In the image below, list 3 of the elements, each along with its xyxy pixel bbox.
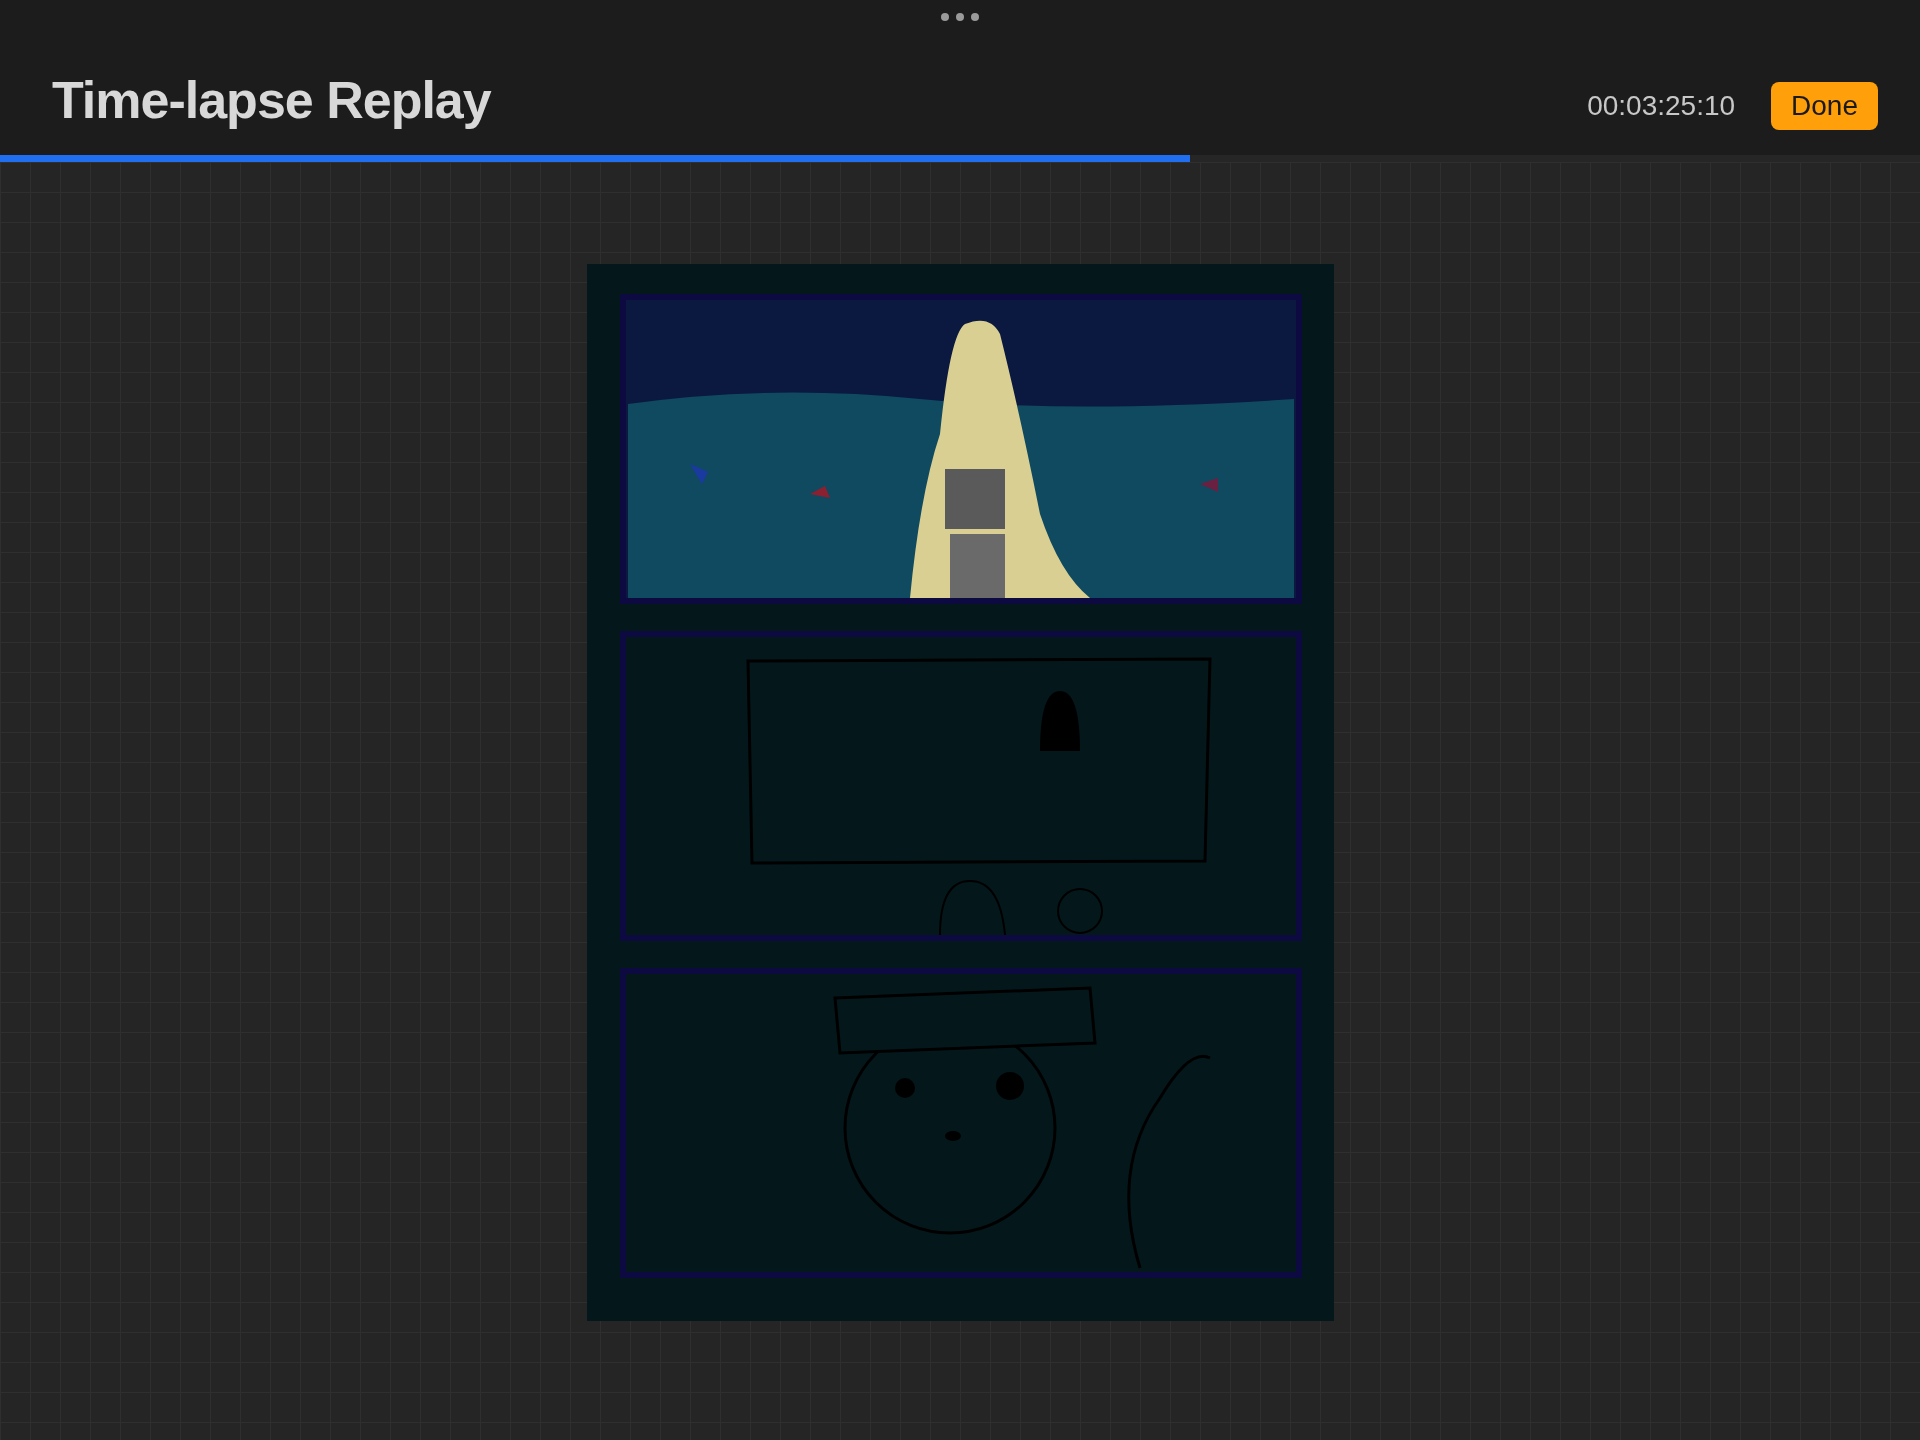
elapsed-time: 00:03:25:10	[1587, 90, 1736, 122]
done-button[interactable]: Done	[1771, 82, 1878, 130]
more-icon[interactable]	[940, 12, 980, 22]
